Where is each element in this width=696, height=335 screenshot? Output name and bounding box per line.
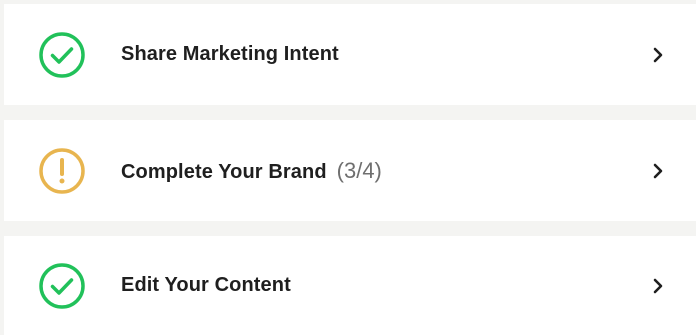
exclamation-circle-icon	[38, 147, 86, 195]
step-label: Edit Your Content	[121, 274, 291, 296]
step-text: Complete Your Brand (3/4)	[121, 158, 382, 184]
onboarding-step-list: Share Marketing Intent Complete Your Bra…	[0, 0, 696, 335]
chevron-right-icon	[647, 160, 669, 182]
step-text: Share Marketing Intent	[121, 43, 339, 66]
check-circle-icon	[38, 31, 86, 79]
step-label: Complete Your Brand	[121, 160, 327, 183]
step-progress-count: (3/4)	[336, 157, 382, 183]
chevron-right-icon	[647, 275, 669, 297]
step-text: Edit Your Content	[121, 274, 291, 297]
step-label: Share Marketing Intent	[121, 43, 339, 65]
check-circle-icon	[38, 262, 86, 310]
chevron-right-icon	[647, 44, 669, 66]
step-complete-your-brand[interactable]: Complete Your Brand (3/4)	[4, 120, 696, 221]
step-edit-your-content[interactable]: Edit Your Content	[4, 236, 696, 335]
step-share-marketing-intent[interactable]: Share Marketing Intent	[4, 4, 696, 105]
